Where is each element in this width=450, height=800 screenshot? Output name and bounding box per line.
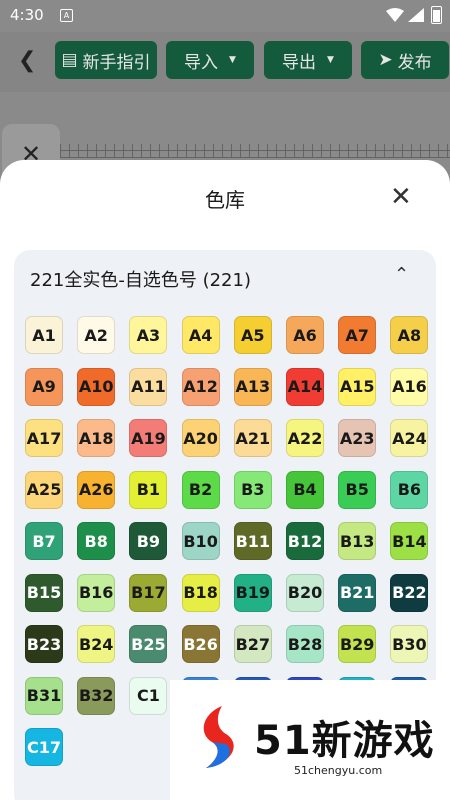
color-swatch[interactable]: B28 <box>286 625 324 663</box>
color-swatch[interactable]: A3 <box>129 316 168 354</box>
color-swatch[interactable]: B30 <box>390 625 429 663</box>
sim-icon: A <box>60 9 73 22</box>
color-swatch[interactable]: A24 <box>390 419 429 457</box>
color-swatch[interactable]: B16 <box>77 573 116 612</box>
battery-icon <box>431 6 442 24</box>
color-swatch[interactable]: B5 <box>338 470 377 509</box>
watermark-ad: 51新游戏 51chengyu.com <box>170 680 450 800</box>
color-swatch[interactable]: A16 <box>390 367 429 406</box>
color-swatch[interactable]: B13 <box>338 522 377 560</box>
color-swatch[interactable]: B7 <box>25 522 63 560</box>
color-swatch[interactable]: B4 <box>286 470 324 509</box>
color-swatch[interactable]: B8 <box>77 522 116 560</box>
color-swatch[interactable]: A10 <box>77 367 116 406</box>
brand-logo-icon <box>203 706 234 768</box>
close-icon[interactable]: ✕ <box>390 182 412 212</box>
status-bar: 4:30 A <box>0 0 450 32</box>
export-button[interactable]: 导出 ▼ <box>264 41 352 79</box>
color-swatch[interactable]: B1 <box>129 470 168 509</box>
status-time: 4:30 <box>10 6 44 24</box>
import-button[interactable]: 导入 ▼ <box>166 41 254 79</box>
color-swatch[interactable]: A17 <box>25 419 63 457</box>
color-swatch[interactable]: B25 <box>129 625 168 663</box>
export-label: 导出 <box>282 52 317 73</box>
color-swatch[interactable]: B23 <box>25 625 63 663</box>
send-icon: ➤ <box>378 50 393 70</box>
caret-down-icon: ▼ <box>229 55 236 65</box>
color-swatch[interactable]: B32 <box>77 676 116 715</box>
color-swatch[interactable]: B27 <box>233 625 272 663</box>
color-swatch[interactable]: A21 <box>233 419 272 457</box>
color-swatch[interactable]: B6 <box>390 470 429 509</box>
wifi-icon <box>386 8 404 22</box>
publish-label: 发布 <box>397 52 432 73</box>
color-swatch[interactable]: A25 <box>25 470 63 509</box>
color-swatch[interactable]: A19 <box>129 419 168 457</box>
color-swatch[interactable]: C17 <box>25 728 63 766</box>
color-swatch[interactable]: A22 <box>286 419 324 457</box>
color-swatch[interactable]: B26 <box>181 625 220 663</box>
color-swatch[interactable]: A15 <box>338 367 377 406</box>
book-icon: ▤ <box>61 50 78 70</box>
color-swatch[interactable]: B12 <box>286 522 324 560</box>
color-swatch[interactable]: A20 <box>181 419 220 457</box>
chevron-up-icon[interactable]: ⌃ <box>394 264 409 285</box>
color-swatch[interactable]: A9 <box>25 367 63 406</box>
sheet-title: 色库 <box>205 188 245 212</box>
color-swatch[interactable]: B14 <box>390 522 429 560</box>
color-swatch[interactable]: B22 <box>390 573 429 612</box>
color-swatch[interactable]: C1 <box>129 676 168 715</box>
beginner-guide-label: 新手指引 <box>82 52 151 73</box>
chevron-left-icon[interactable]: ❮ <box>18 48 36 73</box>
color-swatch[interactable]: A5 <box>233 316 272 354</box>
color-swatch[interactable]: B10 <box>181 522 220 560</box>
color-swatch[interactable]: A8 <box>390 316 429 354</box>
color-swatch[interactable]: B2 <box>181 470 220 509</box>
color-set-title[interactable]: 221全实色-自选色号 (221) <box>30 266 251 292</box>
top-toolbar: ❮ ▤ 新手指引 导入 ▼ 导出 ▼ ➤ 发布 <box>0 32 450 92</box>
brand-name: 51新游戏 <box>254 718 435 764</box>
color-swatch[interactable]: A26 <box>77 470 116 509</box>
color-swatch[interactable]: A2 <box>77 316 116 354</box>
color-swatch[interactable]: A1 <box>25 316 63 354</box>
color-swatch[interactable]: B17 <box>129 573 168 612</box>
color-swatch[interactable]: A13 <box>233 367 272 406</box>
color-swatch[interactable]: B9 <box>129 522 168 560</box>
color-swatch[interactable]: B19 <box>233 573 272 612</box>
color-swatch[interactable]: B20 <box>286 573 324 612</box>
color-swatch[interactable]: A18 <box>77 419 116 457</box>
color-swatch[interactable]: B11 <box>233 522 272 560</box>
color-swatch[interactable]: B18 <box>181 573 220 612</box>
import-label: 导入 <box>184 52 219 73</box>
caret-down-icon: ▼ <box>327 55 334 65</box>
color-swatch[interactable]: B21 <box>338 573 377 612</box>
publish-button[interactable]: ➤ 发布 <box>361 41 449 79</box>
color-swatch[interactable]: B15 <box>25 573 63 612</box>
color-swatch[interactable]: B31 <box>25 676 63 715</box>
color-swatch[interactable]: A7 <box>338 316 377 354</box>
color-swatch[interactable]: A12 <box>181 367 220 406</box>
color-swatch[interactable]: B29 <box>338 625 377 663</box>
brand-url: 51chengyu.com <box>294 764 383 777</box>
bead-grid <box>60 144 450 158</box>
color-swatch[interactable]: A14 <box>286 367 324 406</box>
color-swatch[interactable]: A23 <box>338 419 377 457</box>
color-swatch[interactable]: B3 <box>233 470 272 509</box>
color-swatch[interactable]: B24 <box>77 625 116 663</box>
color-swatch[interactable]: A6 <box>286 316 324 354</box>
signal-icon <box>408 8 424 22</box>
color-swatch[interactable]: A4 <box>181 316 220 354</box>
beginner-guide-button[interactable]: ▤ 新手指引 <box>55 41 157 79</box>
color-swatch[interactable]: A11 <box>129 367 168 406</box>
